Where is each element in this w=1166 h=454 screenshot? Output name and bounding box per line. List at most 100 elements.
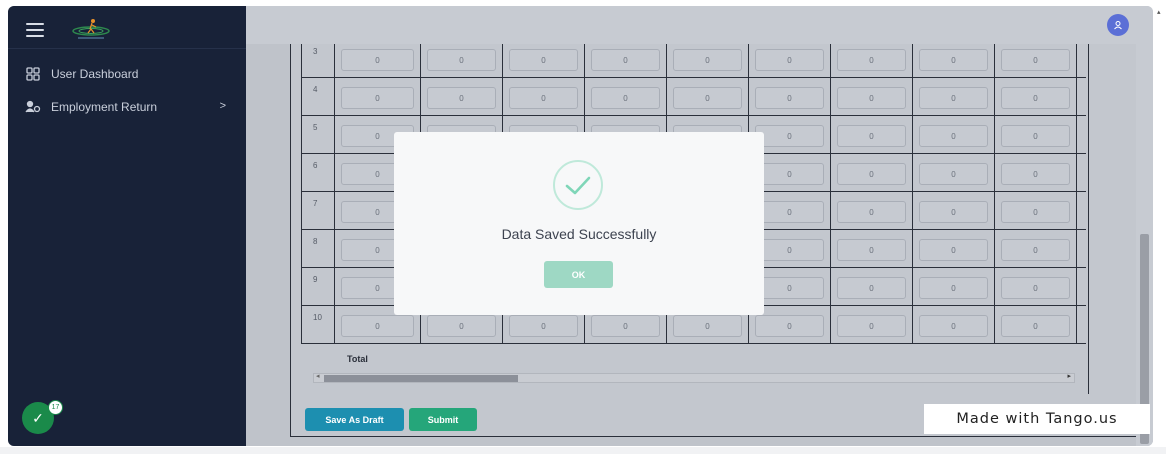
- cell-input[interactable]: 0: [1001, 125, 1070, 147]
- row-number: 4: [301, 78, 335, 116]
- cell-input[interactable]: 0: [591, 87, 660, 109]
- cell-input[interactable]: 0: [1001, 239, 1070, 261]
- cell-input[interactable]: 0: [341, 315, 414, 337]
- scroll-right-icon[interactable]: ▸: [1067, 372, 1071, 380]
- cell-input[interactable]: 0: [755, 49, 824, 71]
- user-icon[interactable]: [1107, 14, 1129, 36]
- table-cell: 0: [913, 192, 995, 230]
- table-cell: 0: [585, 44, 667, 78]
- hamburger-menu-icon[interactable]: [26, 23, 44, 37]
- cell-input[interactable]: 0: [919, 277, 988, 299]
- cell-input[interactable]: 0: [919, 49, 988, 71]
- table-cell: 0: [749, 44, 831, 78]
- cell-input[interactable]: 0: [837, 277, 906, 299]
- cell-input[interactable]: 0: [755, 163, 824, 185]
- table-cell: 0: [913, 116, 995, 154]
- cell-input[interactable]: 0: [837, 201, 906, 223]
- sidebar-item-user-dashboard[interactable]: User Dashboard: [8, 60, 246, 88]
- cell-input[interactable]: 0: [919, 163, 988, 185]
- cell-input[interactable]: 0: [1001, 163, 1070, 185]
- cell-input[interactable]: 0: [837, 125, 906, 147]
- cell-input[interactable]: 0: [509, 87, 578, 109]
- cell-input[interactable]: 0: [755, 87, 824, 109]
- table-cell: 0: [913, 268, 995, 306]
- cell-input[interactable]: 0: [919, 239, 988, 261]
- table-cell: 0: [995, 44, 1077, 78]
- table-cell: 0: [995, 268, 1077, 306]
- dialog-title: Data Saved Successfully: [501, 226, 657, 242]
- save-as-draft-button[interactable]: Save As Draft: [305, 408, 404, 431]
- cell-input[interactable]: 0: [837, 87, 906, 109]
- cell-input[interactable]: 0: [427, 87, 496, 109]
- cell-input[interactable]: 0: [1001, 315, 1070, 337]
- cell-input[interactable]: 0: [755, 201, 824, 223]
- cell-input[interactable]: 0: [919, 87, 988, 109]
- table-cell: 0: [421, 44, 503, 78]
- bottom-edge: [0, 447, 1166, 454]
- table-cell: 0: [831, 192, 913, 230]
- cell-input[interactable]: 0: [591, 49, 660, 71]
- cell-input[interactable]: 0: [1001, 87, 1070, 109]
- table-cell: 0: [913, 230, 995, 268]
- sidebar-item-label: User Dashboard: [51, 67, 139, 81]
- success-check-icon: [552, 159, 604, 211]
- cell-input[interactable]: 0: [837, 49, 906, 71]
- cell-input[interactable]: 0: [427, 315, 496, 337]
- cell-input[interactable]: 0: [673, 315, 742, 337]
- cell-input[interactable]: 0: [919, 125, 988, 147]
- cell-input[interactable]: 0: [837, 315, 906, 337]
- scroll-left-icon[interactable]: ◂: [316, 372, 320, 380]
- cell-input[interactable]: 0: [673, 87, 742, 109]
- cell-input[interactable]: 0: [509, 49, 578, 71]
- cell-input[interactable]: 0: [755, 239, 824, 261]
- sidebar-item-label: Employment Return: [51, 100, 158, 114]
- table-cell: 0: [749, 78, 831, 116]
- grid-icon: [25, 66, 41, 82]
- table-cell: 0: [995, 192, 1077, 230]
- logo: [66, 15, 116, 43]
- table-cell: 0: [335, 44, 421, 78]
- success-dialog: Data Saved Successfully OK: [394, 132, 764, 315]
- chevron-right-icon: >: [219, 100, 226, 112]
- cell-input[interactable]: 0: [509, 315, 578, 337]
- cell-input[interactable]: 0: [1001, 277, 1070, 299]
- table-cell: 0: [667, 78, 749, 116]
- total-row-label: Total: [347, 354, 368, 364]
- ok-button[interactable]: OK: [544, 261, 613, 288]
- cell-input[interactable]: 0: [755, 125, 824, 147]
- cell-input[interactable]: 0: [919, 201, 988, 223]
- row-number: 5: [301, 116, 335, 154]
- cell-input[interactable]: 0: [1001, 201, 1070, 223]
- cell-input[interactable]: 0: [755, 315, 824, 337]
- table-row: 3000000000: [301, 44, 1086, 78]
- table-cell: 0: [913, 306, 995, 344]
- table-cell: 0: [831, 154, 913, 192]
- cell-input[interactable]: 0: [919, 315, 988, 337]
- vertical-scrollbar[interactable]: [1136, 44, 1153, 446]
- sidebar-item-employment-return[interactable]: Employment Return >: [8, 93, 246, 121]
- scroll-up-icon[interactable]: ▴: [1157, 8, 1161, 16]
- table-cell: 0: [995, 154, 1077, 192]
- cell-input[interactable]: 0: [755, 277, 824, 299]
- horizontal-scrollbar[interactable]: ◂ ▸: [313, 373, 1075, 383]
- table-cell: 0: [831, 306, 913, 344]
- users-icon: [25, 99, 41, 115]
- row-number: 7: [301, 192, 335, 230]
- row-number: 10: [301, 306, 335, 344]
- cell-input[interactable]: 0: [837, 163, 906, 185]
- cell-input[interactable]: 0: [427, 49, 496, 71]
- cell-input[interactable]: 0: [591, 315, 660, 337]
- cell-input[interactable]: 0: [1001, 49, 1070, 71]
- horizontal-scroll-thumb[interactable]: [324, 375, 518, 382]
- table-cell: 0: [913, 78, 995, 116]
- cell-input[interactable]: 0: [673, 49, 742, 71]
- table-cell: 0: [831, 44, 913, 78]
- cell-input[interactable]: 0: [341, 49, 414, 71]
- table-cell: 0: [585, 78, 667, 116]
- top-header: [246, 6, 1153, 44]
- table-cell: 0: [831, 78, 913, 116]
- cell-input[interactable]: 0: [837, 239, 906, 261]
- submit-button[interactable]: Submit: [409, 408, 477, 431]
- cell-input[interactable]: 0: [341, 87, 414, 109]
- notification-count-badge: 17: [48, 400, 63, 415]
